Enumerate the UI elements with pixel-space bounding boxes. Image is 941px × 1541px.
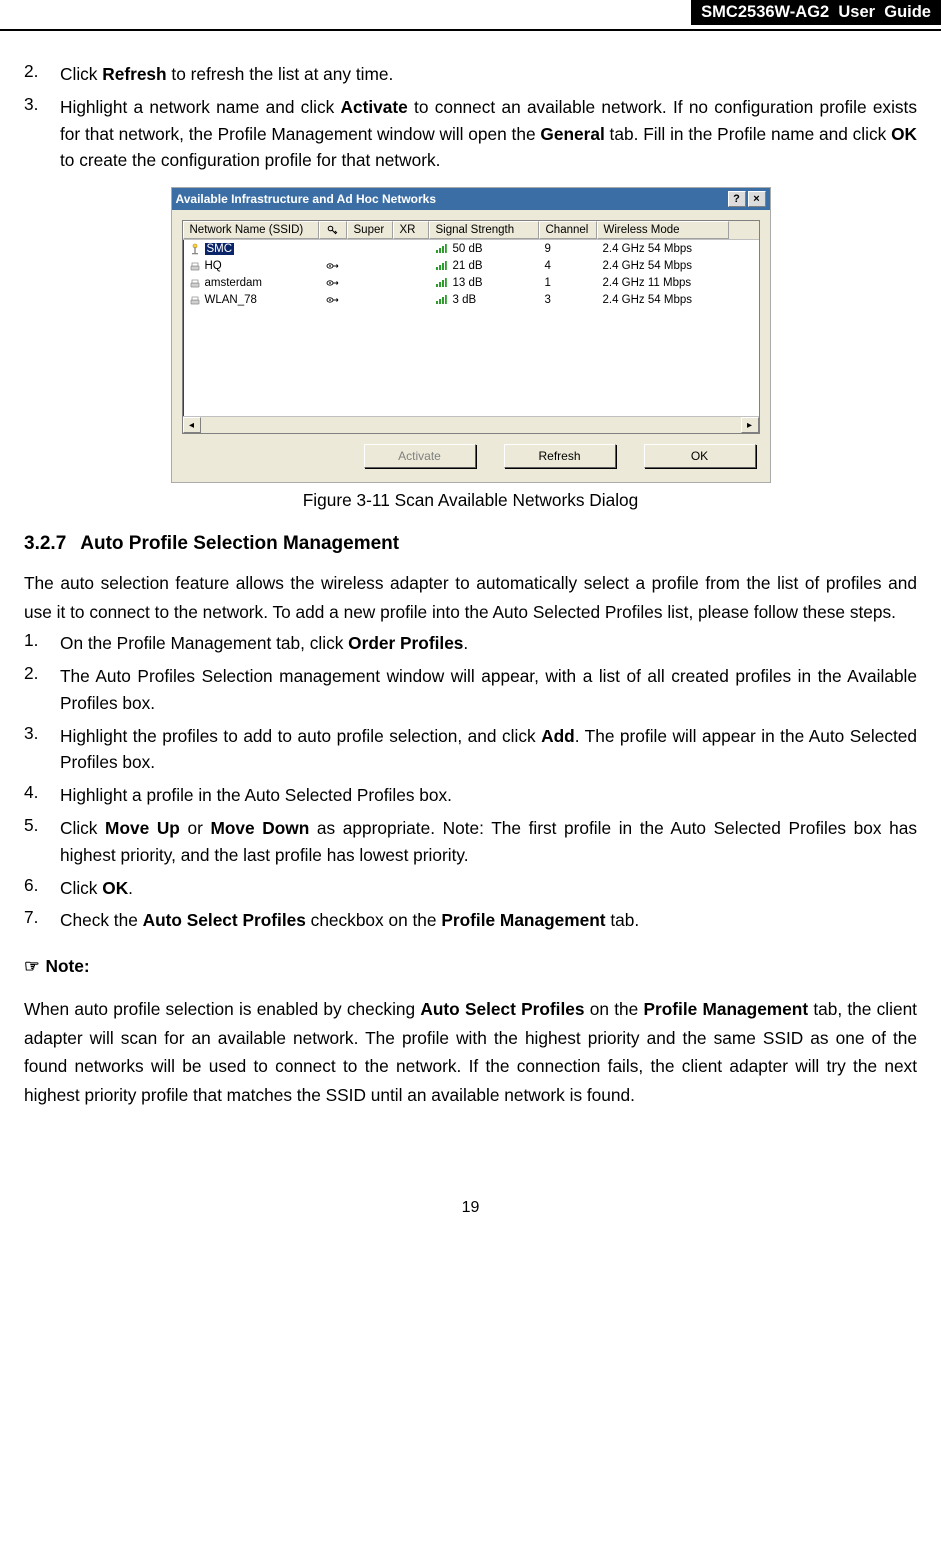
signal-bars-icon <box>435 260 447 271</box>
horizontal-scrollbar[interactable]: ◂ ▸ <box>183 416 759 433</box>
section-intro: The auto selection feature allows the wi… <box>24 569 917 626</box>
list-item: 3.Highlight a network name and click Act… <box>24 94 917 174</box>
note-heading: ☞ Note: <box>24 956 917 977</box>
list-item-number: 4. <box>24 782 60 809</box>
secured-icon <box>326 278 340 288</box>
secured-icon <box>326 295 340 305</box>
list-item-body: Click OK. <box>60 875 917 902</box>
list-item-number: 3. <box>24 94 60 174</box>
list-item-number: 5. <box>24 815 60 869</box>
adhoc-icon <box>189 260 201 272</box>
ok-button[interactable]: OK <box>644 444 756 468</box>
signal-bars-icon <box>435 294 447 305</box>
list-item: 2.Click Refresh to refresh the list at a… <box>24 61 917 88</box>
key-icon <box>327 225 338 236</box>
signal-value: 13 dB <box>453 277 483 289</box>
figure-caption: Figure 3-11 Scan Available Networks Dial… <box>303 490 639 511</box>
mode-value: 2.4 GHz 54 Mbps <box>597 243 729 255</box>
note-body: When auto profile selection is enabled b… <box>24 995 917 1109</box>
list-item: 2.The Auto Profiles Selection management… <box>24 663 917 717</box>
dialog-title: Available Infrastructure and Ad Hoc Netw… <box>176 192 437 206</box>
ssid-text: SMC <box>205 243 235 255</box>
list-item: 6.Click OK. <box>24 875 917 902</box>
signal-value: 50 dB <box>453 243 483 255</box>
network-listview[interactable]: Network Name (SSID) Super XR Signal Stre… <box>182 220 760 434</box>
page-header: SMC2536W-AG2 User Guide <box>0 0 941 31</box>
list-item-body: Highlight a profile in the Auto Selected… <box>60 782 917 809</box>
scroll-left-icon[interactable]: ◂ <box>183 417 201 433</box>
list-item: 4.Highlight a profile in the Auto Select… <box>24 782 917 809</box>
infrastructure-icon <box>189 243 201 255</box>
note-label: Note: <box>46 956 90 977</box>
section-heading: 3.2.7 Auto Profile Selection Management <box>24 533 917 555</box>
secured-icon <box>326 261 340 271</box>
help-button[interactable]: ? <box>728 191 746 207</box>
page-number: 19 <box>24 1199 917 1217</box>
ssid-text: WLAN_78 <box>205 294 257 306</box>
adhoc-icon <box>189 294 201 306</box>
table-row[interactable]: HQ 21 dB 42.4 GHz 54 Mbps <box>183 257 759 274</box>
dialog-window: Available Infrastructure and Ad Hoc Netw… <box>172 188 770 482</box>
ssid-text: HQ <box>205 260 222 272</box>
figure-3-11: Available Infrastructure and Ad Hoc Netw… <box>24 188 917 511</box>
adhoc-icon <box>189 277 201 289</box>
section-title: Auto Profile Selection Management <box>80 533 399 555</box>
list-item: 7.Check the Auto Select Profiles checkbo… <box>24 907 917 934</box>
listview-header: Network Name (SSID) Super XR Signal Stre… <box>183 221 759 240</box>
table-row[interactable]: SMC 50 dB 92.4 GHz 54 Mbps <box>183 240 759 257</box>
list-item-body: Check the Auto Select Profiles checkbox … <box>60 907 917 934</box>
section-number: 3.2.7 <box>24 533 66 555</box>
ssid-text: amsterdam <box>205 277 263 289</box>
list-item-number: 1. <box>24 630 60 657</box>
list-item: 3.Highlight the profiles to add to auto … <box>24 723 917 777</box>
list-item-body: Click Move Up or Move Down as appropriat… <box>60 815 917 869</box>
col-mode[interactable]: Wireless Mode <box>597 221 729 239</box>
channel-value: 4 <box>539 260 597 272</box>
col-security[interactable] <box>319 221 347 239</box>
dialog-titlebar: Available Infrastructure and Ad Hoc Netw… <box>172 188 770 210</box>
col-xr[interactable]: XR <box>393 221 429 239</box>
list-item-body: Highlight a network name and click Activ… <box>60 94 917 174</box>
list-item-number: 3. <box>24 723 60 777</box>
refresh-button[interactable]: Refresh <box>504 444 616 468</box>
mode-value: 2.4 GHz 54 Mbps <box>597 294 729 306</box>
top-list: 2.Click Refresh to refresh the list at a… <box>24 61 917 174</box>
channel-value: 1 <box>539 277 597 289</box>
list-item-number: 2. <box>24 61 60 88</box>
close-button[interactable]: × <box>748 191 766 207</box>
list-item: 1.On the Profile Management tab, click O… <box>24 630 917 657</box>
header-label: SMC2536W-AG2 User Guide <box>691 0 941 25</box>
signal-bars-icon <box>435 243 447 254</box>
list-item-body: Click Refresh to refresh the list at any… <box>60 61 917 88</box>
list-item: 5.Click Move Up or Move Down as appropri… <box>24 815 917 869</box>
table-row[interactable]: WLAN_78 3 dB 32.4 GHz 54 Mbps <box>183 291 759 308</box>
signal-value: 3 dB <box>453 294 477 306</box>
list-item-number: 2. <box>24 663 60 717</box>
list-item-number: 7. <box>24 907 60 934</box>
col-channel[interactable]: Channel <box>539 221 597 239</box>
col-ssid[interactable]: Network Name (SSID) <box>183 221 319 239</box>
list-item-body: On the Profile Management tab, click Ord… <box>60 630 917 657</box>
channel-value: 3 <box>539 294 597 306</box>
mode-value: 2.4 GHz 54 Mbps <box>597 260 729 272</box>
signal-value: 21 dB <box>453 260 483 272</box>
signal-bars-icon <box>435 277 447 288</box>
table-row[interactable]: amsterdam 13 dB 12.4 GHz 11 Mbps <box>183 274 759 291</box>
channel-value: 9 <box>539 243 597 255</box>
scroll-right-icon[interactable]: ▸ <box>741 417 759 433</box>
activate-button[interactable]: Activate <box>364 444 476 468</box>
list-item-body: The Auto Profiles Selection management w… <box>60 663 917 717</box>
col-super[interactable]: Super <box>347 221 393 239</box>
steps-list: 1.On the Profile Management tab, click O… <box>24 630 917 934</box>
hand-point-icon: ☞ <box>24 956 40 977</box>
col-signal[interactable]: Signal Strength <box>429 221 539 239</box>
mode-value: 2.4 GHz 11 Mbps <box>597 277 729 289</box>
list-item-body: Highlight the profiles to add to auto pr… <box>60 723 917 777</box>
list-item-number: 6. <box>24 875 60 902</box>
